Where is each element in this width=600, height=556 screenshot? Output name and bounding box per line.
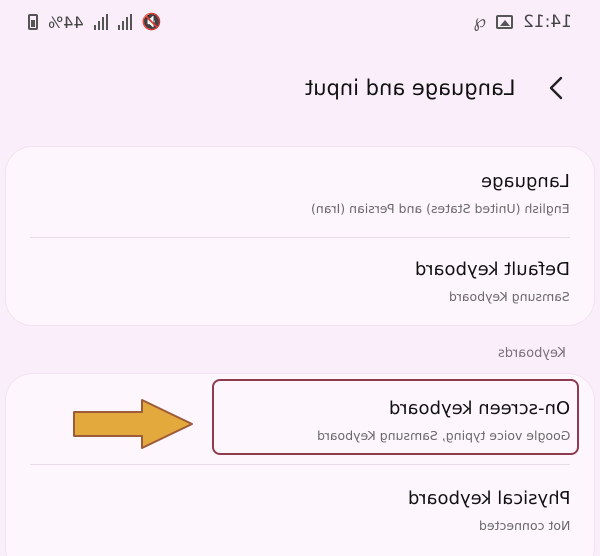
screen: 44% 🔇 ℘ 14:12 Language and input Languag… <box>0 0 600 556</box>
default-keyboard-subtitle: Samsung Keyboard <box>449 289 570 304</box>
status-time: 14:12 <box>523 12 572 32</box>
signal-bars-icon <box>93 14 108 30</box>
default-keyboard-title: Default keyboard <box>415 259 570 280</box>
physical-keyboard-title: Physical keyboard <box>407 488 570 509</box>
notification-icon: ℘ <box>473 11 486 32</box>
language-subtitle: English (United States) and Persian (Ira… <box>311 201 570 216</box>
settings-card-general: Language English (United States) and Per… <box>6 147 594 325</box>
status-bar: 44% 🔇 ℘ 14:12 <box>28 8 572 36</box>
mute-icon: 🔇 <box>141 12 162 31</box>
battery-icon <box>28 14 38 30</box>
on-screen-keyboard-subtitle: Google voice typing, Samsung Keyboard <box>316 428 570 443</box>
divider <box>30 237 570 238</box>
keyboards-section-label: Keyboards <box>498 346 566 361</box>
pointer-arrow-icon <box>73 399 193 449</box>
physical-keyboard-row[interactable]: Physical keyboard Not connected <box>26 488 570 534</box>
on-screen-keyboard-title: On-screen keyboard <box>388 398 570 419</box>
image-icon <box>496 15 513 29</box>
chevron-left-icon[interactable] <box>542 74 570 102</box>
header: Language and input <box>305 66 570 110</box>
battery-percent: 44% <box>48 12 84 32</box>
default-keyboard-row[interactable]: Default keyboard Samsung Keyboard <box>26 259 570 305</box>
divider <box>30 464 570 465</box>
physical-keyboard-subtitle: Not connected <box>478 518 570 533</box>
status-left: 44% 🔇 <box>28 13 161 32</box>
language-title: Language <box>481 171 570 192</box>
signal-bars-icon-2 <box>117 14 132 30</box>
status-right: ℘ 14:12 <box>473 12 572 32</box>
language-row[interactable]: Language English (United States) and Per… <box>26 171 570 217</box>
page-title: Language and input <box>305 76 516 100</box>
keyboards-section-label-text: Keyboards <box>498 346 566 361</box>
